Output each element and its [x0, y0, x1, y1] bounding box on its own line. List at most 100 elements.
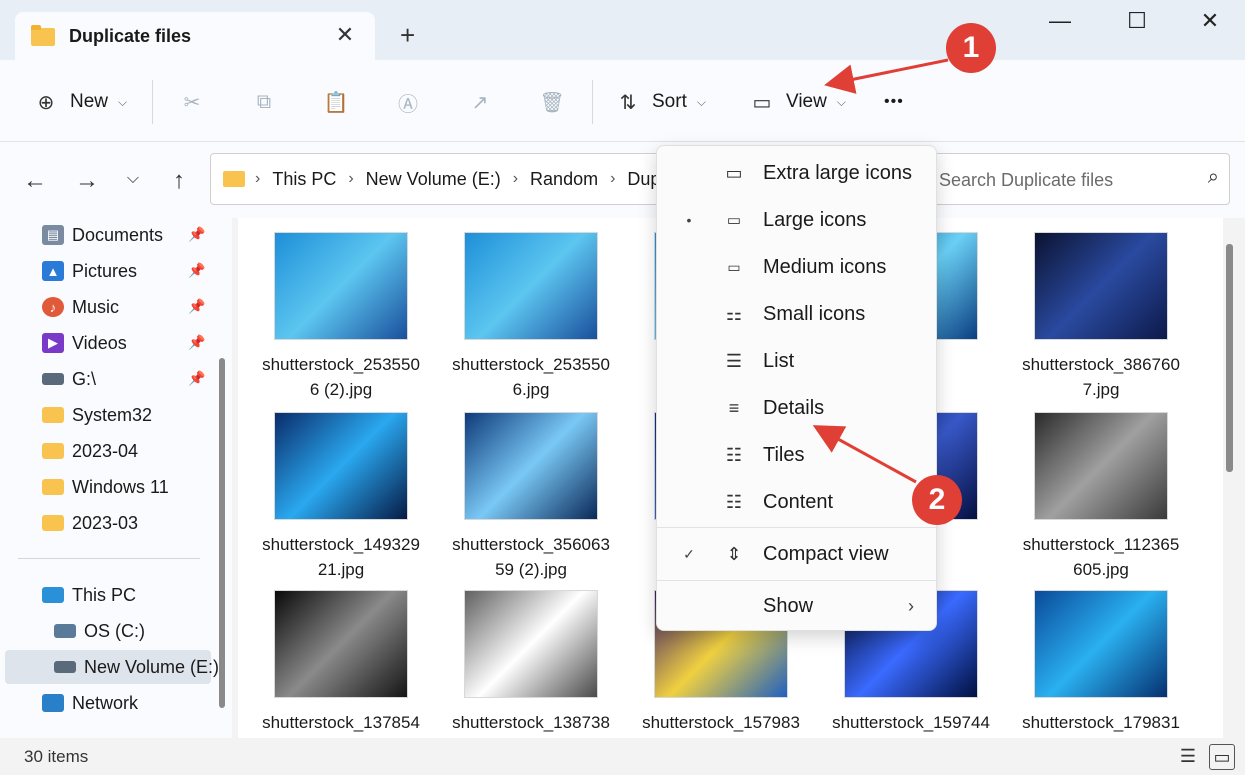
network-icon: [42, 694, 64, 712]
menu-item-extra-large-icons[interactable]: ▭ Extra large icons: [657, 151, 938, 195]
sidebar-scrollbar[interactable]: [216, 358, 228, 718]
menu-item-compact-view[interactable]: ✓ ⇕ Compact view: [657, 532, 938, 576]
tab-duplicate-files[interactable]: Duplicate files ✕: [15, 12, 375, 62]
file-tile[interactable]: shutterstock_179831780 (2).jpg: [1016, 590, 1186, 738]
file-name: shutterstock_112365605.jpg: [1022, 535, 1180, 579]
drive-icon: [54, 661, 76, 673]
breadcrumb-this-pc[interactable]: This PC: [272, 169, 336, 190]
sort-button[interactable]: ⇅ Sort ⌵: [616, 88, 706, 116]
menu-item-medium-icons[interactable]: ▭ Medium icons: [657, 245, 938, 289]
content-scrollbar[interactable]: [1224, 236, 1236, 736]
file-thumbnail: [1034, 232, 1168, 340]
sidebar-item-windows-11[interactable]: Windows 11: [42, 470, 169, 504]
file-tile[interactable]: shutterstock_2535506.jpg: [446, 232, 616, 402]
file-thumbnail: [464, 590, 598, 698]
view-label: View: [786, 91, 827, 112]
sidebar-divider: [18, 558, 200, 559]
scrollbar-thumb[interactable]: [1226, 244, 1233, 472]
details-view-icon[interactable]: ☰: [1175, 744, 1201, 770]
maximize-button[interactable]: ☐: [1117, 8, 1157, 34]
address-bar[interactable]: › This PC › New Volume (E:) › Random › D…: [210, 153, 660, 205]
menu-item-tiles[interactable]: ☷ Tiles: [657, 433, 938, 477]
windows-drive-icon: [54, 624, 76, 638]
file-name: shutterstock_3867607.jpg: [1022, 355, 1180, 399]
folder-icon: [42, 407, 64, 423]
status-bar: 30 items ☰ ▭: [0, 738, 1245, 775]
sidebar-item-label: G:\: [72, 368, 97, 389]
pin-icon: 📌: [188, 370, 206, 386]
file-thumbnail: [1034, 590, 1168, 698]
rename-icon: Ⓐ: [398, 93, 418, 116]
sidebar-item-network[interactable]: Network: [42, 686, 138, 720]
more-options-button[interactable]: •••: [884, 88, 904, 116]
sidebar-item-g-drive[interactable]: G:\: [42, 362, 96, 396]
sidebar-item-this-pc[interactable]: This PC: [42, 578, 136, 612]
menu-item-large-icons[interactable]: • ▭ Large icons: [657, 198, 938, 242]
file-name: shutterstock_35606359 (2).jpg: [452, 535, 610, 579]
file-tile[interactable]: shutterstock_35606359 (2).jpg: [446, 412, 616, 582]
forward-arrow-icon[interactable]: →: [72, 167, 102, 195]
selected-dot-icon: •: [686, 212, 692, 228]
menu-item-list[interactable]: ☰ List: [657, 339, 938, 383]
minimize-button[interactable]: —: [1040, 8, 1080, 34]
view-button[interactable]: ▭ View ⌵: [750, 88, 846, 116]
menu-item-label: List: [763, 349, 795, 372]
sidebar-item-new-volume-e[interactable]: New Volume (E:): [54, 650, 219, 684]
sidebar-item-label: 2023-04: [72, 440, 139, 461]
search-input[interactable]: Search Duplicate files: [939, 170, 1113, 191]
scrollbar-thumb[interactable]: [219, 358, 225, 708]
sidebar-item-documents[interactable]: ▤ Documents: [42, 218, 163, 252]
file-tile[interactable]: shutterstock_137854619.jpg: [256, 590, 426, 738]
sidebar-item-2023-03[interactable]: 2023-03: [42, 506, 138, 540]
new-button[interactable]: ⊕ New ⌵: [34, 88, 128, 116]
file-tile[interactable]: shutterstock_112365605.jpg: [1016, 412, 1186, 582]
file-tile[interactable]: shutterstock_3867607.jpg: [1016, 232, 1186, 402]
up-arrow-icon[interactable]: ↑: [164, 167, 194, 195]
search-box[interactable]: Search Duplicate files ⌕: [900, 153, 1230, 205]
sidebar-item-pictures[interactable]: ▲ Pictures: [42, 254, 137, 288]
menu-item-label: Compact view: [763, 542, 889, 565]
share-icon: ↗: [471, 91, 489, 114]
recent-locations-icon[interactable]: ⌵: [118, 170, 148, 188]
menu-item-show[interactable]: Show ›: [657, 584, 938, 628]
menu-item-content[interactable]: ☷ Content: [657, 480, 938, 524]
sidebar-item-label: Documents: [72, 224, 164, 245]
paste-button[interactable]: 📋: [324, 88, 349, 116]
breadcrumb-new-volume[interactable]: New Volume (E:): [366, 169, 501, 190]
chevron-down-icon: ⌵: [118, 94, 128, 109]
tab-close-button[interactable]: ✕: [333, 22, 357, 48]
menu-item-details[interactable]: ≡ Details: [657, 386, 938, 430]
pin-icon: 📌: [188, 226, 206, 242]
music-icon: ♪: [42, 297, 64, 317]
chevron-down-icon: ⌵: [836, 94, 846, 109]
cut-button[interactable]: ✂: [180, 88, 204, 116]
sidebar-item-system32[interactable]: System32: [42, 398, 152, 432]
folder-icon: [223, 171, 245, 187]
share-button[interactable]: ↗: [468, 88, 492, 116]
rename-button[interactable]: Ⓐ: [396, 88, 420, 116]
copy-button[interactable]: ⧉: [252, 88, 276, 116]
file-tile[interactable]: shutterstock_14932921.jpg: [256, 412, 426, 582]
small-icons-icon: ⚏: [725, 303, 743, 324]
sidebar-item-2023-04[interactable]: 2023-04: [42, 434, 138, 468]
search-icon[interactable]: ⌕: [1208, 166, 1219, 189]
breadcrumb-random[interactable]: Random: [530, 169, 598, 190]
back-arrow-icon[interactable]: ←: [20, 167, 50, 195]
breadcrumb-chevron-icon: ›: [610, 170, 616, 187]
sidebar-item-videos[interactable]: ▶ Videos: [42, 326, 127, 360]
sidebar-item-label: Network: [72, 692, 139, 713]
large-icons-view-icon[interactable]: ▭: [1209, 744, 1235, 770]
file-tile[interactable]: shutterstock_138738266.jpg: [446, 590, 616, 738]
menu-divider: [657, 527, 938, 528]
new-tab-button[interactable]: +: [400, 20, 415, 50]
menu-item-small-icons[interactable]: ⚏ Small icons: [657, 292, 938, 336]
close-window-button[interactable]: ✕: [1190, 8, 1230, 34]
sidebar-item-music[interactable]: ♪ Music: [42, 290, 119, 324]
file-tile[interactable]: shutterstock_2535506 (2).jpg: [256, 232, 426, 402]
delete-button[interactable]: 🗑: [539, 88, 564, 116]
file-name: shutterstock_179831780 (2).jpg: [1022, 713, 1180, 732]
menu-divider: [657, 580, 938, 581]
menu-item-label: Medium icons: [763, 255, 887, 278]
tab-title: Duplicate files: [69, 26, 192, 46]
sidebar-item-os-c[interactable]: OS (C:): [54, 614, 145, 648]
